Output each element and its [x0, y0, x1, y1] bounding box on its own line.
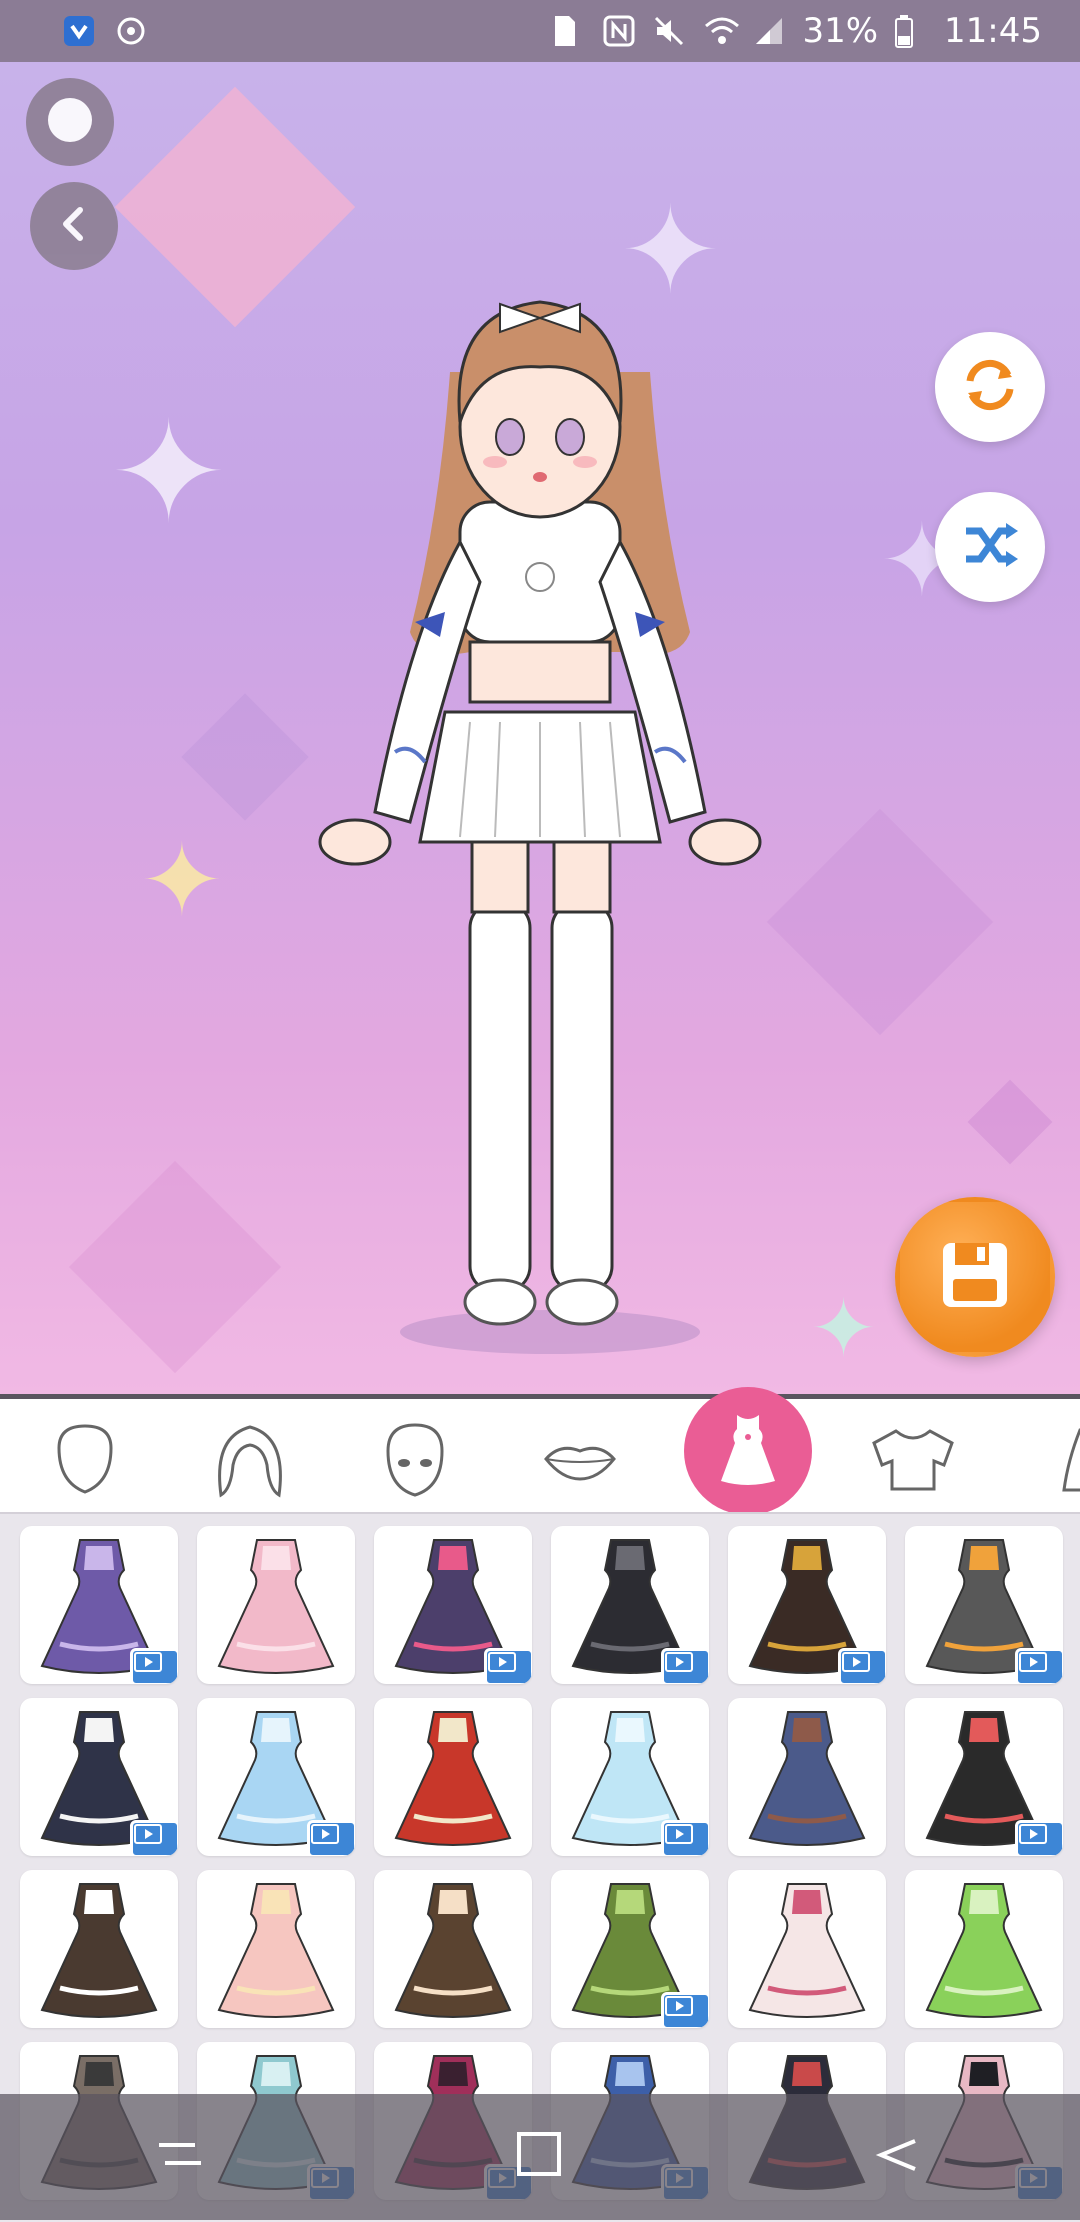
battery-icon [894, 14, 928, 48]
dress-icon [713, 1409, 783, 1494]
outfit-tile[interactable] [551, 1526, 709, 1684]
video-ad-icon [661, 1992, 709, 2028]
outfit-tile[interactable] [20, 1870, 178, 2028]
outfit-tile[interactable] [728, 1526, 886, 1684]
system-nav-bar [0, 2094, 1080, 2220]
tab-more[interactable] [1030, 1407, 1080, 1517]
outfit-tile[interactable] [551, 1870, 709, 2028]
outfit-tile[interactable] [197, 1870, 355, 2028]
category-tab-bar [0, 1387, 1080, 1517]
outfit-tile[interactable] [728, 1698, 886, 1856]
partial-icon [1060, 1420, 1080, 1505]
face-icon [372, 1417, 458, 1508]
video-ad-icon [661, 1820, 709, 1856]
shirt-icon [868, 1425, 958, 1500]
status-bar: 31% 11:45 [0, 0, 1080, 62]
clock-time: 11:45 [944, 11, 1042, 51]
face-outline-icon [45, 1420, 125, 1505]
lips-icon [540, 1435, 620, 1490]
outfit-tile[interactable] [20, 1698, 178, 1856]
video-ad-icon [1015, 1648, 1063, 1684]
tab-dress[interactable] [684, 1387, 812, 1515]
outfit-tile[interactable] [905, 1698, 1063, 1856]
reset-button[interactable] [935, 332, 1045, 442]
outfit-tile[interactable] [551, 1698, 709, 1856]
outfit-dress-icon [748, 1711, 866, 1846]
mute-icon [652, 14, 686, 48]
sim-icon [552, 14, 586, 48]
outfit-tile[interactable] [197, 1698, 355, 1856]
reset-icon [958, 353, 1022, 422]
recent-apps-icon[interactable] [155, 2135, 205, 2180]
shield-icon [62, 14, 96, 48]
outfit-dress-icon [217, 1539, 335, 1674]
outfit-tile[interactable] [374, 1698, 532, 1856]
outfit-tile[interactable] [728, 1870, 886, 2028]
tab-face[interactable] [360, 1407, 470, 1517]
video-ad-icon [661, 1648, 709, 1684]
hair-icon [207, 1417, 293, 1508]
record-icon [47, 97, 93, 148]
outfit-dress-icon [217, 1883, 335, 2018]
shuffle-icon [958, 513, 1022, 582]
outfit-tile[interactable] [374, 1870, 532, 2028]
home-icon[interactable] [515, 2130, 565, 2185]
outfit-dress-icon [925, 1883, 1043, 2018]
back-button[interactable] [30, 182, 118, 270]
character-stage: ✦ ✦ ✦ ✦ ✦ [0, 62, 1080, 1394]
outfit-tile[interactable] [20, 1526, 178, 1684]
battery-percent: 31% [802, 11, 879, 51]
outfit-tile[interactable] [197, 1526, 355, 1684]
video-ad-icon [484, 1648, 532, 1684]
outfit-dress-icon [394, 1883, 512, 2018]
tab-mouth[interactable] [525, 1407, 635, 1517]
sync-icon [114, 14, 148, 48]
save-icon [935, 1235, 1015, 1320]
back-icon [54, 204, 94, 249]
bg-diamond [68, 1160, 282, 1374]
video-ad-icon [307, 1820, 355, 1856]
video-ad-icon [1015, 1820, 1063, 1856]
bg-diamond [766, 808, 994, 1036]
record-button[interactable] [26, 78, 114, 166]
signal-icon [752, 14, 786, 48]
outfit-tile[interactable] [905, 1870, 1063, 2028]
tab-top[interactable] [858, 1407, 968, 1517]
back-nav-icon[interactable] [875, 2135, 925, 2180]
outfit-dress-icon [40, 1883, 158, 2018]
outfit-tile[interactable] [374, 1526, 532, 1684]
outfit-tile[interactable] [905, 1526, 1063, 1684]
nfc-icon [602, 14, 636, 48]
outfit-dress-icon [394, 1711, 512, 1846]
video-ad-icon [130, 1648, 178, 1684]
bg-diamond [967, 1079, 1053, 1165]
shuffle-button[interactable] [935, 492, 1045, 602]
sparkle-icon: ✦ [110, 392, 228, 555]
wifi-icon [702, 14, 740, 48]
tab-face-shape[interactable] [30, 1407, 140, 1517]
save-button[interactable] [895, 1197, 1055, 1357]
tab-hair[interactable] [195, 1407, 305, 1517]
sparkle-icon: ✦ [810, 1282, 878, 1375]
sparkle-icon: ✦ [140, 822, 224, 939]
outfit-dress-icon [748, 1883, 866, 2018]
character-avatar [318, 300, 762, 1354]
video-ad-icon [838, 1648, 886, 1684]
bg-diamond [181, 693, 309, 821]
video-ad-icon [130, 1820, 178, 1856]
